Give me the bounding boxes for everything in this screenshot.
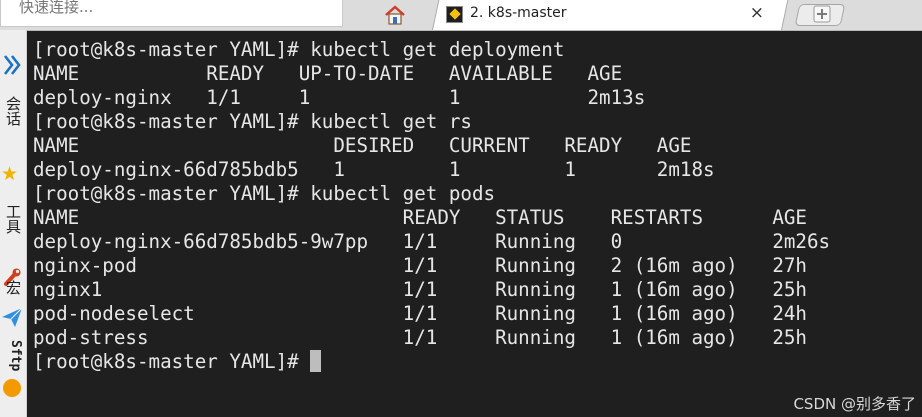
tab-label: 2. k8s-master <box>470 5 567 21</box>
quick-connect-placeholder: 快速连接... <box>19 0 94 16</box>
watermark: CSDN @别多香了 <box>793 395 916 413</box>
sidebar-item-sftp[interactable]: Sftp <box>3 340 23 371</box>
terminal-line: [root@k8s-master YAML]# kubectl get rs <box>33 110 472 133</box>
terminal-output: [root@k8s-master YAML]# kubectl get depl… <box>33 38 830 374</box>
terminal-prompt: [root@k8s-master YAML]# <box>33 350 311 373</box>
session-tab[interactable]: 2. k8s-master × <box>446 0 776 30</box>
home-tab[interactable] <box>356 0 436 30</box>
terminal-tab-icon <box>446 6 463 23</box>
terminal-line: [root@k8s-master YAML]# kubectl get pods <box>33 182 496 205</box>
close-icon[interactable]: × <box>750 3 764 23</box>
sidebar-item-sessions[interactable]: 会话 <box>2 96 24 126</box>
paper-plane-icon[interactable] <box>1 306 23 328</box>
terminal-line: NAME READY STATUS RESTARTS AGE <box>33 206 807 229</box>
chevron-right-icon[interactable] <box>1 52 23 78</box>
quick-connect-input[interactable]: 快速连接... <box>0 0 343 27</box>
terminal-line: deploy-nginx 1/1 1 1 2m13s <box>33 86 646 109</box>
terminal-line: NAME READY UP-TO-DATE AVAILABLE AGE <box>33 62 623 85</box>
terminal-panel[interactable]: [root@k8s-master YAML]# kubectl get depl… <box>27 31 922 417</box>
star-icon[interactable]: ★ <box>1 163 18 185</box>
terminal-line: deploy-nginx-66d785bdb5 1 1 1 2m18s <box>33 158 715 181</box>
terminal-line: pod-stress 1/1 Running 1 (16m ago) 25h <box>33 326 807 349</box>
terminal-line: pod-nodeselect 1/1 Running 1 (16m ago) 2… <box>33 302 807 325</box>
left-toolbar: 会话 ★ 工具 宏 Sftp <box>0 30 27 417</box>
sidebar-item-macro[interactable]: 宏 <box>2 280 24 295</box>
terminal-line: nginx1 1/1 Running 1 (16m ago) 25h <box>33 278 807 301</box>
terminal-line: NAME DESIRED CURRENT READY AGE <box>33 134 692 157</box>
new-tab-icon[interactable] <box>813 5 831 23</box>
tab-bar: 快速连接... 2. k8s-master × <box>0 0 922 31</box>
terminal-line: nginx-pod 1/1 Running 2 (16m ago) 27h <box>33 254 807 277</box>
sftp-icon[interactable] <box>3 379 21 397</box>
sidebar-item-tools[interactable]: 工具 <box>2 204 24 234</box>
terminal-line: deploy-nginx-66d785bdb5-9w7pp 1/1 Runnin… <box>33 230 831 253</box>
terminal-prompt-line[interactable]: [root@k8s-master YAML]# <box>33 350 830 374</box>
terminal-cursor <box>310 350 322 372</box>
terminal-line: [root@k8s-master YAML]# kubectl get depl… <box>33 38 565 61</box>
home-icon <box>385 5 405 25</box>
